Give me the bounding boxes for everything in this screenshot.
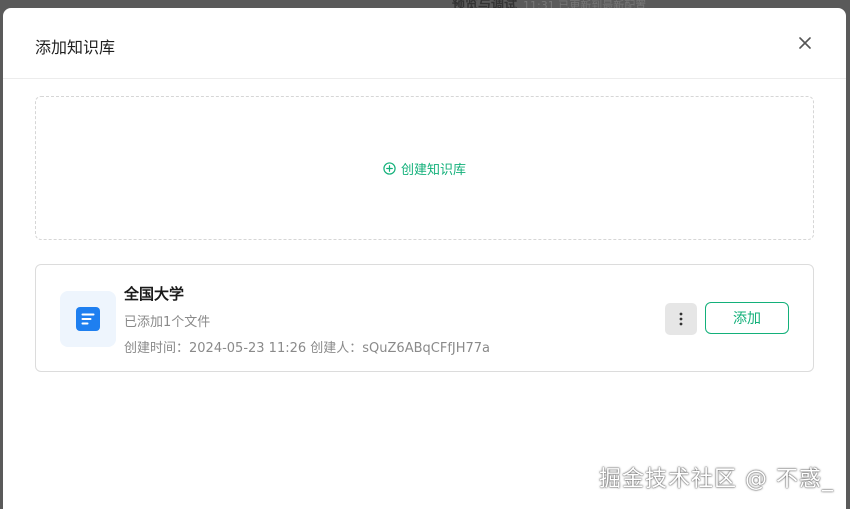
- add-knowledge-base-button[interactable]: 添加: [705, 302, 789, 334]
- close-icon: [799, 37, 811, 49]
- knowledge-base-file-count: 已添加1个文件: [124, 315, 211, 330]
- knowledge-base-meta: 创建时间：2024-05-23 11:26 创建人：sQuZ6ABqCFfJH7…: [124, 341, 491, 356]
- close-button[interactable]: [794, 32, 816, 54]
- plus-circle-icon: [383, 161, 396, 175]
- add-knowledge-base-modal: 添加知识库 创建知识库 全国大学 已添加1个文件 创建时间：2024-05-23…: [3, 8, 846, 509]
- knowledge-base-card: 全国大学 已添加1个文件 创建时间：2024-05-23 11:26 创建人：s…: [35, 264, 814, 372]
- modal-title: 添加知识库: [35, 38, 116, 57]
- knowledge-base-name: 全国大学: [124, 285, 185, 303]
- more-options-button[interactable]: [665, 303, 697, 335]
- more-vertical-icon: [679, 312, 683, 326]
- create-knowledge-base-content: 创建知识库: [383, 159, 466, 178]
- watermark: 掘金技术社区 @ 不惑_: [599, 467, 834, 492]
- document-icon: [76, 307, 100, 331]
- create-knowledge-base-button[interactable]: 创建知识库: [35, 96, 814, 240]
- knowledge-base-icon-container: [60, 291, 116, 347]
- create-knowledge-base-label: 创建知识库: [400, 162, 466, 178]
- modal-header: 添加知识库: [3, 8, 846, 79]
